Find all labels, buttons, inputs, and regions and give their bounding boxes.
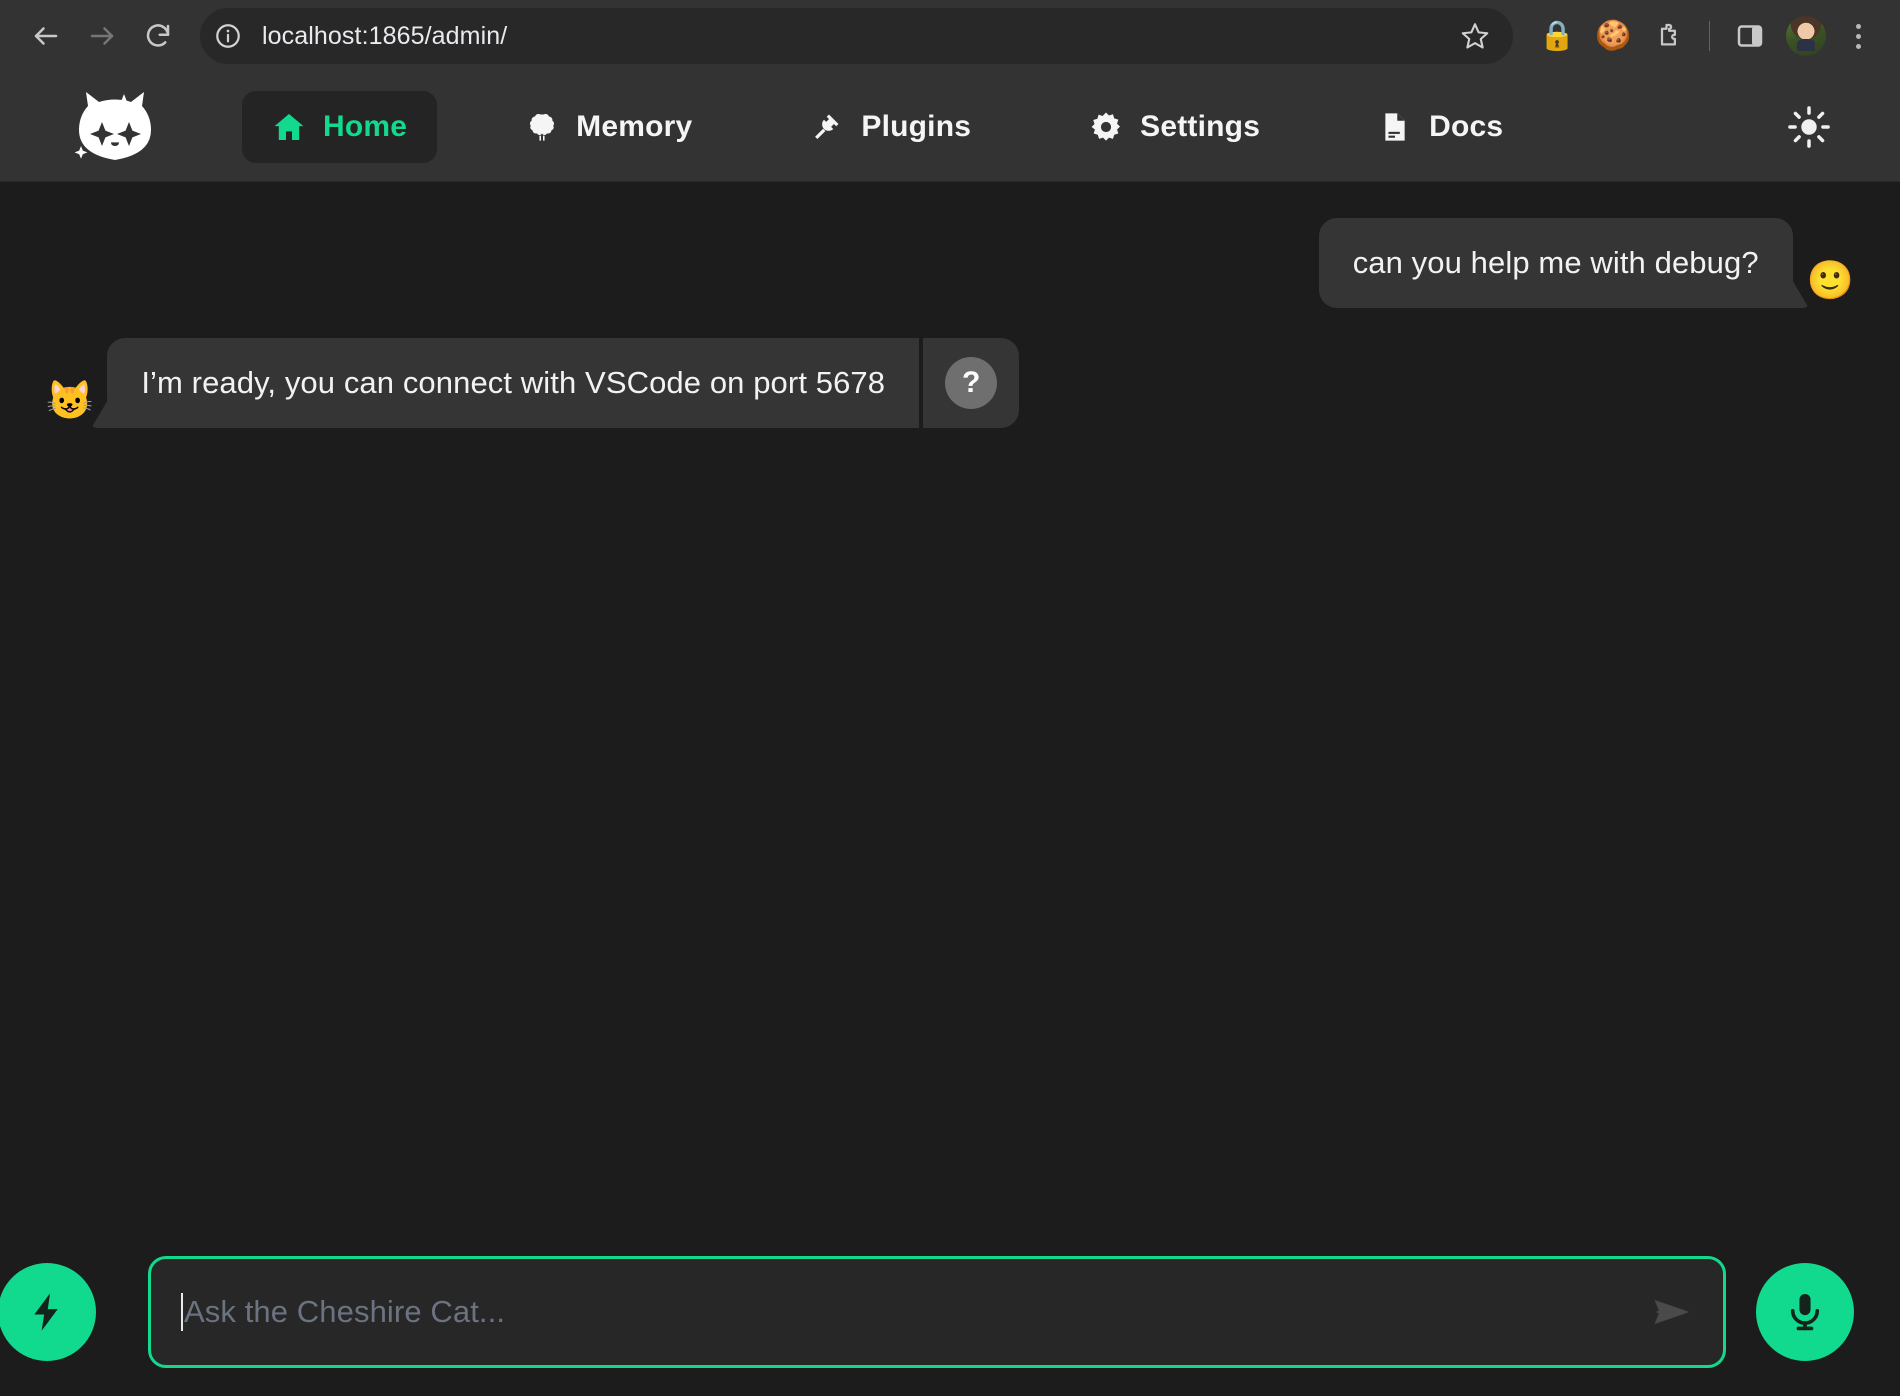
nav-item-memory-label: Memory <box>576 109 693 143</box>
nav-item-plugins[interactable]: Plugins <box>780 91 1001 163</box>
back-arrow-icon <box>34 27 58 45</box>
home-glyph <box>274 113 304 140</box>
plug-icon <box>810 110 844 144</box>
puzzle-icon[interactable] <box>1641 8 1697 64</box>
extensions-puzzle-icon <box>1660 23 1676 46</box>
record-audio-button[interactable] <box>1756 1263 1854 1361</box>
message-row-bot: 😺 I’m ready, you can connect with VSCode… <box>46 338 1854 428</box>
app-navbar: Home Memory Plugins Settings Docs <box>0 72 1900 182</box>
home-icon <box>272 110 306 144</box>
cookie-icon[interactable]: 🍪 <box>1585 8 1641 64</box>
nav-item-home[interactable]: Home <box>242 90 438 163</box>
bot-message-card: I’m ready, you can connect with VSCode o… <box>107 338 1020 428</box>
reload-button[interactable] <box>130 8 186 64</box>
gear-glyph <box>1091 112 1121 141</box>
user-avatar-emoji: 🙂 <box>1806 260 1854 302</box>
message-row-user: can you help me with debug? 🙂 <box>46 218 1854 308</box>
brain-glyph <box>530 113 555 141</box>
theme-toggle-button[interactable] <box>1778 96 1840 158</box>
lock-icon[interactable]: 🔒 <box>1529 8 1585 64</box>
cat-head-icon <box>74 91 151 160</box>
document-icon <box>1378 110 1412 144</box>
toolbar-divider <box>1709 21 1710 51</box>
site-info-button[interactable] <box>206 14 250 58</box>
kebab-dot <box>1855 33 1861 39</box>
why-button[interactable]: ? <box>923 338 1019 428</box>
nav-item-settings[interactable]: Settings <box>1059 91 1290 163</box>
bookmark-button[interactable] <box>1451 12 1499 60</box>
nav-items: Home Memory Plugins Settings Docs <box>242 90 1778 163</box>
nav-item-docs-label: Docs <box>1429 109 1504 143</box>
send-button[interactable] <box>1647 1287 1697 1337</box>
chat-area: can you help me with debug? 🙂 😺 I’m read… <box>0 182 1900 1396</box>
send-paper-plane-icon <box>1654 1299 1690 1325</box>
browser-toolbar: localhost:1865/admin/ 🔒 🍪 <box>0 0 1900 72</box>
browser-menu-button[interactable] <box>1834 8 1882 64</box>
star-icon <box>1461 23 1489 49</box>
user-message-bubble: can you help me with debug? <box>1318 218 1793 308</box>
forward-button[interactable] <box>74 8 130 64</box>
nav-item-docs[interactable]: Docs <box>1348 91 1533 163</box>
side-panel-glyph <box>1737 25 1763 47</box>
profile-button[interactable] <box>1778 8 1834 64</box>
nav-item-home-label: Home <box>323 109 408 143</box>
brain-icon <box>525 110 559 144</box>
bot-message-text: I’m ready, you can connect with VSCode o… <box>141 365 886 400</box>
forward-arrow-icon <box>90 27 114 45</box>
kebab-dot <box>1855 23 1861 29</box>
nav-item-plugins-label: Plugins <box>861 109 972 143</box>
document-glyph <box>1385 112 1405 141</box>
kebab-dot <box>1855 43 1861 49</box>
why-badge-label: ? <box>945 357 998 409</box>
chat-input-placeholder[interactable]: Ask the Cheshire Cat... <box>184 1294 1647 1330</box>
url-text: localhost:1865/admin/ <box>262 21 508 50</box>
quick-actions-button[interactable] <box>0 1263 96 1361</box>
avatar <box>1786 16 1826 56</box>
nav-item-settings-label: Settings <box>1140 109 1261 143</box>
chat-input-wrapper[interactable]: Ask the Cheshire Cat... <box>148 1256 1726 1368</box>
cheshire-cat-logo[interactable] <box>72 88 158 166</box>
plug-glyph <box>815 114 839 139</box>
nav-item-memory[interactable]: Memory <box>495 91 722 163</box>
microphone-icon <box>1790 1293 1820 1331</box>
side-panel-icon[interactable] <box>1722 8 1778 64</box>
text-cursor <box>181 1293 183 1331</box>
browser-extensions-area: 🔒 🍪 <box>1519 8 1882 64</box>
lightning-icon <box>34 1293 58 1331</box>
address-bar[interactable]: localhost:1865/admin/ <box>200 8 1513 64</box>
info-icon <box>216 24 240 48</box>
gear-icon <box>1089 110 1123 144</box>
composer: Ask the Cheshire Cat... <box>0 1252 1900 1372</box>
sun-icon <box>1788 105 1830 148</box>
back-button[interactable] <box>18 8 74 64</box>
reload-icon <box>146 24 170 47</box>
bot-avatar-emoji: 😺 <box>46 380 94 422</box>
